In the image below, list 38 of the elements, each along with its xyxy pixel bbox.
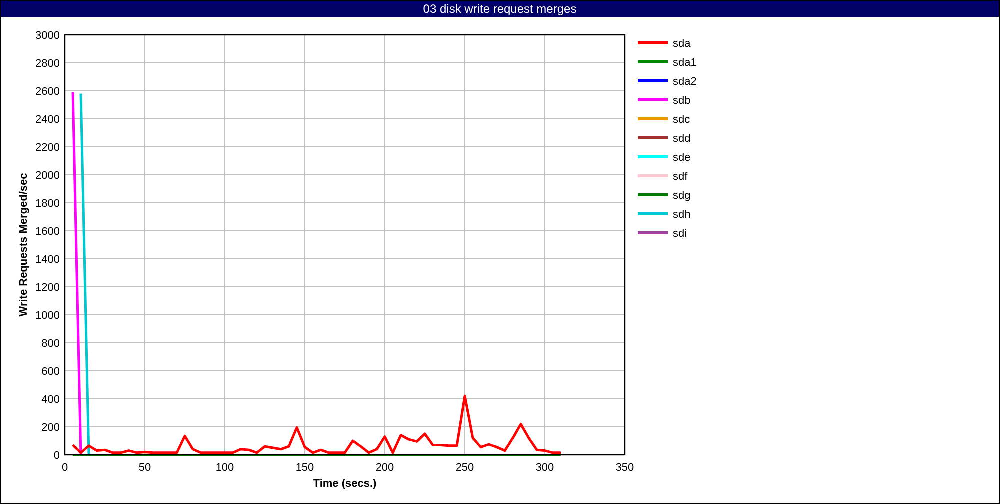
legend-label: sdc <box>673 114 690 126</box>
legend-label: sdg <box>673 190 691 202</box>
legend-label: sda <box>673 38 691 50</box>
tick-label: 1600 <box>36 226 60 238</box>
tick-label: 400 <box>42 394 60 406</box>
tick-label: 100 <box>216 462 234 474</box>
tick-label: 2400 <box>36 114 60 126</box>
tick-label: 0 <box>54 450 60 462</box>
tick-label: 2600 <box>36 86 60 98</box>
tick-label: 200 <box>376 462 394 474</box>
legend-label: sdi <box>673 228 688 240</box>
legend-label: sda1 <box>673 57 697 69</box>
legend-label: sdb <box>673 95 691 107</box>
tick-label: 250 <box>456 462 474 474</box>
tick-label: 3000 <box>36 30 60 42</box>
tick-label: 1200 <box>36 282 60 294</box>
tick-label: 50 <box>138 462 152 474</box>
tick-label: 1400 <box>36 254 60 266</box>
y-axis-label: Write Requests Merged/sec <box>18 173 30 317</box>
legend-label: sdf <box>673 171 688 183</box>
tick-label: 1800 <box>36 198 60 210</box>
legend-label: sda2 <box>673 76 697 88</box>
tick-label: 2000 <box>36 170 60 182</box>
tick-label: 600 <box>42 366 60 378</box>
tick-label: 800 <box>42 338 60 350</box>
tick-label: 200 <box>42 422 60 434</box>
tick-label: 150 <box>296 462 314 474</box>
legend-label: sdd <box>673 133 691 145</box>
legend-label: sdh <box>673 209 691 221</box>
tick-label: 0 <box>62 462 68 474</box>
tick-label: 2200 <box>36 142 60 154</box>
window-title: 03 disk write request merges <box>423 2 577 16</box>
tick-label: 350 <box>616 462 634 474</box>
x-axis-label: Time (secs.) <box>313 478 377 490</box>
tick-label: 1000 <box>36 310 60 322</box>
tick-label: 2800 <box>36 58 60 70</box>
legend-label: sde <box>673 152 691 164</box>
tick-label: 300 <box>536 462 554 474</box>
